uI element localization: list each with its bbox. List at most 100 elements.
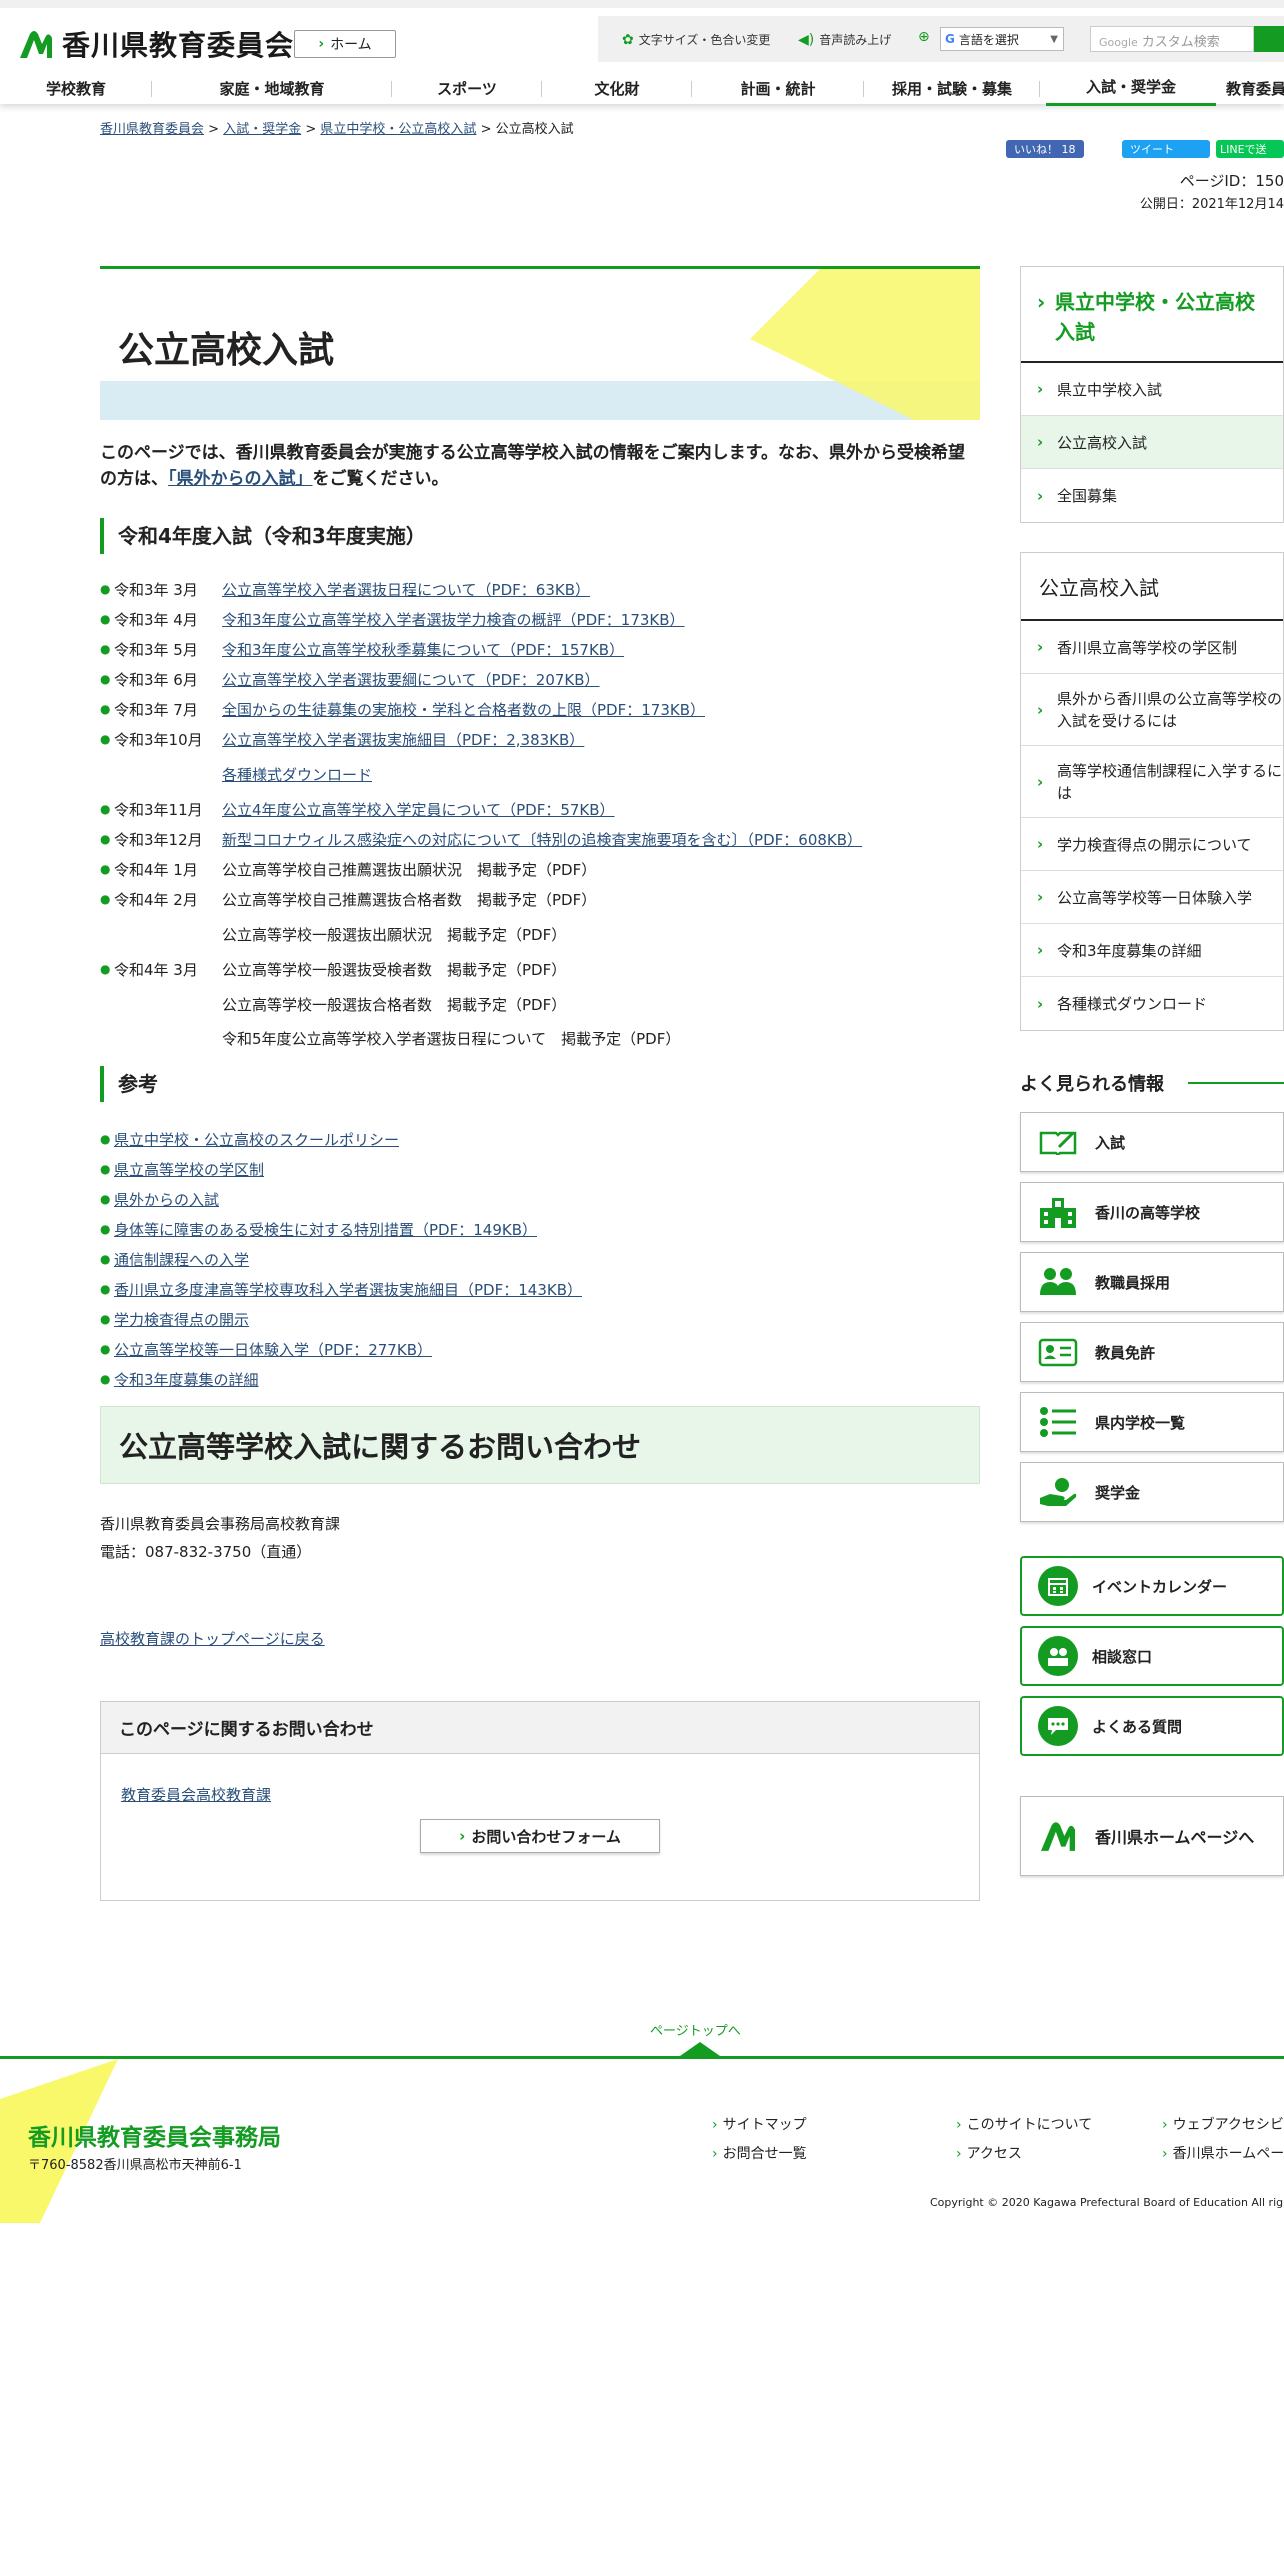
popular-school-list[interactable]: 県内学校一覧 (1020, 1392, 1284, 1452)
breadcrumb-link[interactable]: 入試・奨学金 (223, 122, 301, 137)
breadcrumb-link[interactable]: 県立中学校・公立高校入試 (320, 122, 476, 137)
section-nav-item[interactable]: 各種様式ダウンロード (1021, 977, 1283, 1030)
search-input[interactable]: Google カスタム検索 (1090, 26, 1254, 52)
schedule-link[interactable]: 令和3年度公立高等学校秋季募集について（PDF：157KB） (222, 639, 624, 660)
schedule-link[interactable]: 各種様式ダウンロード (222, 764, 372, 785)
back-to-top-link[interactable]: 高校教育課のトップページに戻る (100, 1630, 325, 1648)
section-nav-item[interactable]: 学力検査得点の開示について (1021, 818, 1283, 871)
font-color-button[interactable]: ✿ 文字サイズ・色合い変更 (622, 31, 770, 48)
event-calendar-button[interactable]: イベントカレンダー (1020, 1556, 1284, 1616)
language-select[interactable]: G 言語を選択 ▼ (940, 27, 1064, 51)
local-nav-item[interactable]: 公立高校入試 (1021, 416, 1283, 469)
read-aloud-button[interactable]: ◀) 音声読み上げ (798, 31, 891, 48)
reference-link[interactable]: 県外からの入試 (114, 1189, 219, 1210)
gnav-family-community[interactable]: 家庭・地域教育 (152, 70, 392, 106)
local-nav-title[interactable]: 県立中学校・公立高校入試 (1021, 267, 1283, 363)
reference-link[interactable]: 公立高等学校等一日体験入学（PDF：277KB） (114, 1339, 432, 1360)
reference-link[interactable]: 学力検査得点の開示 (114, 1309, 249, 1330)
footer-link-inquiries[interactable]: › お問合せ一覧 (712, 2143, 807, 2163)
chevron-right-icon: › (1162, 2146, 1168, 2162)
reference-link[interactable]: 通信制課程への入学 (114, 1249, 249, 1270)
footer-link-about[interactable]: › このサイトについて (956, 2114, 1092, 2134)
popular-entrance-exam[interactable]: 入試 (1020, 1112, 1284, 1172)
gnav-cultural-assets[interactable]: 文化財 (542, 70, 692, 106)
site-title: 香川県教育委員会 (62, 29, 295, 62)
footer-link-access[interactable]: › アクセス (956, 2143, 1022, 2163)
consultation-button[interactable]: 相談窓口 (1020, 1626, 1284, 1686)
search-placeholder: カスタム検索 (1141, 35, 1220, 50)
schedule-link[interactable]: 新型コロナウィルス感染症への対応について〔特別の追検査実施要項を含む〕（PDF：… (222, 829, 862, 850)
section-nav-item[interactable]: 県外から香川県の公立高等学校の入試を受けるには (1021, 674, 1283, 746)
schedule-link[interactable]: 令和3年度公立高等学校入学者選抜学力検査の概評（PDF：173KB） (222, 609, 685, 630)
book-pen-icon (1021, 1129, 1095, 1155)
gnav-school-education[interactable]: 学校教育 (0, 70, 152, 106)
footer-link-prefecture[interactable]: › 香川県ホームペー (1162, 2143, 1284, 2163)
schedule-row: 公立高等学校一般選抜合格者数 掲載予定（PDF） (100, 984, 980, 1024)
local-nav-item[interactable]: 全国募集 (1021, 469, 1283, 522)
gnav-recruit-exam[interactable]: 採用・試験・募集 (864, 70, 1040, 106)
page-top-link[interactable]: ページトップへ (650, 2020, 741, 2039)
footer-link-accessibility[interactable]: › ウェブアクセシビ (1162, 2114, 1284, 2134)
reference-link[interactable]: 令和3年度募集の詳細 (114, 1369, 259, 1390)
site-logo[interactable]: 香川県教育委員会 (18, 22, 294, 66)
gnav-plans-stats[interactable]: 計画・統計 (692, 70, 864, 106)
bullet-icon: ● (100, 642, 111, 656)
popular-label: 香川の高等学校 (1095, 1203, 1201, 1222)
gnav-label: 計画・統計 (740, 79, 816, 98)
reference-link[interactable]: 県立中学校・公立高校のスクールポリシー (114, 1129, 399, 1150)
schedule-row: ● 令和3年 6月 公立高等学校入学者選抜要綱について（PDF：207KB） (100, 664, 980, 694)
breadcrumb-link[interactable]: 香川県教育委員会 (100, 122, 204, 137)
bullet-icon: ● (100, 1162, 111, 1176)
section-nav-item[interactable]: 高等学校通信制課程に入学するには (1021, 746, 1283, 818)
footer-link-label: お問合せ一覧 (722, 2146, 807, 2162)
kagawa-logo-icon (20, 31, 52, 58)
reference-link[interactable]: 身体等に障害のある受検生に対する特別措置（PDF：149KB） (114, 1219, 537, 1240)
calendar-icon (1038, 1566, 1078, 1606)
reference-link[interactable]: 県立高等学校の学区制 (114, 1159, 264, 1180)
prefecture-homepage-button[interactable]: 香川県ホームページへ (1020, 1796, 1284, 1876)
chevron-right-icon: › (318, 36, 325, 52)
popular-teacher-recruitment[interactable]: 教職員採用 (1020, 1252, 1284, 1312)
schedule-link[interactable]: 全国からの生徒募集の実施校・学科と合格者数の上限（PDF：173KB） (222, 699, 705, 720)
schedule-date: 令和3年 3月 (114, 580, 198, 599)
site-header: 香川県教育委員会 › ホーム ✿ 文字サイズ・色合い変更 ◀) 音声読み上げ ⊕… (0, 0, 1284, 106)
global-nav: 学校教育 家庭・地域教育 スポーツ 文化財 計画・統計 採用・試験・募集 入試・… (0, 70, 1284, 110)
schedule-link[interactable]: 公立4年度公立高等学校入学定員について（PDF：57KB） (222, 799, 615, 820)
inquiry-form-button[interactable]: › お問い合わせフォーム (420, 1819, 660, 1853)
search-button[interactable] (1254, 26, 1284, 52)
line-share-button[interactable]: LINEで送 (1216, 140, 1284, 158)
bullet-icon: ● (100, 702, 111, 716)
schedule-link[interactable]: 公立高等学校入学者選抜要綱について（PDF：207KB） (222, 669, 600, 690)
reference-link[interactable]: 香川県立多度津高等学校専攻科入学者選抜実施細目（PDF：143KB） (114, 1279, 582, 1300)
schedule-link[interactable]: 公立高等学校入学者選抜実施細目（PDF：2,383KB） (222, 729, 584, 750)
popular-teacher-license[interactable]: 教員免許 (1020, 1322, 1284, 1382)
gnav-label: 学校教育 (45, 79, 106, 98)
local-nav-item[interactable]: 県立中学校入試 (1021, 363, 1283, 416)
tweet-button[interactable]: ツイート (1122, 140, 1210, 158)
home-button[interactable]: › ホーム (294, 30, 396, 58)
gnav-board[interactable]: 教育委員 (1216, 70, 1284, 106)
checklist-icon (1021, 1406, 1095, 1438)
footer-link-sitemap[interactable]: › サイトマップ (712, 2114, 807, 2134)
gnav-admission-scholarship[interactable]: 入試・奨学金 (1046, 70, 1216, 106)
chat-bubble-icon (1038, 1706, 1078, 1746)
green-button-label: よくある質問 (1092, 1717, 1183, 1736)
section-nav-item[interactable]: 令和3年度募集の詳細 (1021, 924, 1283, 977)
chevron-right-icon: › (956, 2117, 962, 2133)
popular-scholarship[interactable]: 奨学金 (1020, 1462, 1284, 1522)
schedule-date: 令和4年 1月 (114, 860, 198, 879)
page-top-arrow-icon[interactable] (680, 2042, 720, 2056)
facebook-like-button[interactable]: いいね！ 18 (1006, 140, 1084, 158)
faq-button[interactable]: よくある質問 (1020, 1696, 1284, 1756)
gnav-sports[interactable]: スポーツ (392, 70, 542, 106)
section-nav-item[interactable]: 公立高等学校等一日体験入学 (1021, 871, 1283, 924)
section-nav-item[interactable]: 香川県立高等学校の学区制 (1021, 621, 1283, 674)
reference-item: ● 学力検査得点の開示 (100, 1304, 980, 1334)
language-label: 言語を選択 (958, 32, 1019, 47)
schedule-link[interactable]: 公立高等学校入学者選抜日程について（PDF：63KB） (222, 579, 590, 600)
popular-high-schools[interactable]: 香川の高等学校 (1020, 1182, 1284, 1242)
back-link-wrap: 高校教育課のトップページに戻る (100, 1628, 980, 1649)
lead-link[interactable]: 「県外からの入試」 (168, 469, 313, 489)
bullet-icon: ● (100, 832, 111, 846)
inquiry-dept-link[interactable]: 教育委員会高校教育課 (121, 1786, 271, 1804)
